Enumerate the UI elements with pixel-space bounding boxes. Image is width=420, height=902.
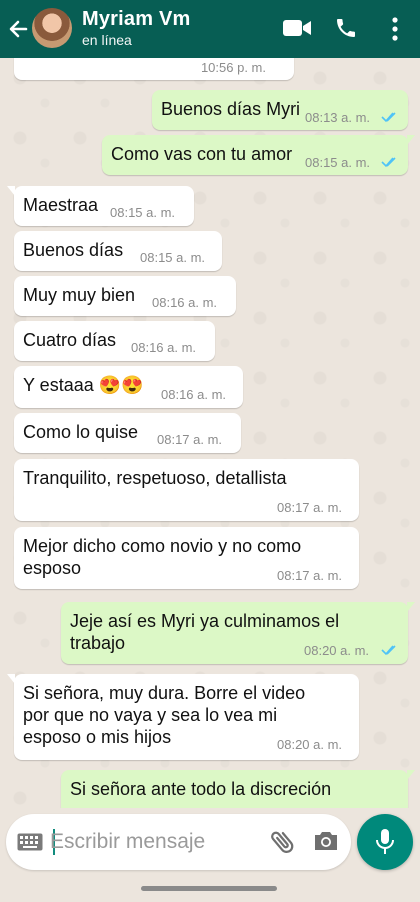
message-list[interactable]: 10:56 p. m. Buenos días Myri 08:13 a. m.… <box>0 58 420 808</box>
phone-icon[interactable] <box>334 16 358 40</box>
message-bubble-incoming[interactable]: Y estaaa 😍😍 08:16 a. m. <box>14 366 243 408</box>
message-bubble-incoming[interactable]: Buenos días 08:15 a. m. <box>14 231 222 271</box>
back-arrow-icon[interactable] <box>6 14 30 44</box>
message-text: Y estaaa 😍😍 <box>23 375 144 395</box>
message-time: 08:15 a. m. <box>110 205 176 220</box>
message-bubble-outgoing[interactable]: Jeje así es Myri ya culminamos el trabaj… <box>61 602 415 664</box>
message-text: Cuatro días <box>23 330 117 350</box>
message-bubble-incoming[interactable]: Cuatro días 08:16 a. m. <box>14 321 215 361</box>
message-time: 08:15 a. m. <box>140 250 206 265</box>
mic-icon <box>376 829 394 854</box>
contact-name[interactable]: Myriam Vm <box>82 8 191 31</box>
video-call-icon[interactable] <box>282 18 312 38</box>
message-bubble-incoming[interactable]: 10:56 p. m. <box>14 58 294 80</box>
message-time: 08:20 a. m. <box>277 737 343 752</box>
message-time: 08:17 a. m. <box>277 500 343 515</box>
message-time: 08:15 a. m. <box>305 155 371 170</box>
message-bubble-incoming[interactable]: Mejor dicho como novio y no como esposo … <box>14 527 359 589</box>
message-composer: Escribir mensaje <box>6 814 351 870</box>
message-bubble-incoming[interactable]: Si señora, muy dura. Borre el video por … <box>7 674 359 760</box>
camera-icon[interactable] <box>313 829 339 853</box>
message-time: 08:13 a. m. <box>305 110 371 125</box>
chat-header: Myriam Vm en línea <box>0 0 420 58</box>
message-bubble-incoming[interactable]: Tranquilito, respetuoso, detallista 08:1… <box>14 459 359 521</box>
message-bubble-incoming[interactable]: Maestraa 08:15 a. m. <box>7 186 194 226</box>
message-time: 08:20 a. m. <box>304 643 370 658</box>
message-bubble-outgoing[interactable]: Buenos días Myri 08:13 a. m. <box>152 90 408 130</box>
message-text: Muy muy bien <box>23 285 136 305</box>
message-bubble-outgoing[interactable]: Si señora ante todo la discreción <box>61 770 415 808</box>
contact-status: en línea <box>82 32 132 48</box>
read-ticks-icon <box>381 645 396 656</box>
system-nav-bar <box>0 874 420 902</box>
message-time: 08:17 a. m. <box>157 432 223 447</box>
message-text: Si señora, muy dura. Borre el video por … <box>23 683 306 747</box>
keyboard-icon[interactable] <box>17 833 43 851</box>
attach-icon[interactable] <box>268 827 298 857</box>
more-vert-icon[interactable] <box>390 16 400 42</box>
message-text: Buenos días <box>23 240 124 260</box>
message-text: Como lo quise <box>23 422 139 442</box>
read-ticks-icon <box>381 112 396 123</box>
message-time: 10:56 p. m. <box>200 60 266 75</box>
message-text: Jeje así es Myri ya culminamos el trabaj… <box>70 611 340 653</box>
message-bubble-incoming[interactable]: Como lo quise 08:17 a. m. <box>14 413 241 453</box>
message-text: Como vas con tu amor <box>111 144 293 164</box>
message-text: Maestraa <box>23 195 99 215</box>
message-text: Buenos días Myri <box>161 99 301 119</box>
mic-button[interactable] <box>357 814 413 870</box>
home-indicator[interactable] <box>141 886 277 891</box>
message-text: Si señora ante todo la discreción <box>70 779 332 799</box>
message-bubble-incoming[interactable]: Muy muy bien 08:16 a. m. <box>14 276 236 316</box>
message-time: 08:16 a. m. <box>131 340 197 355</box>
read-ticks-icon <box>381 157 396 168</box>
message-text: Mejor dicho como novio y no como esposo <box>23 536 302 578</box>
message-time: 08:16 a. m. <box>161 387 227 402</box>
avatar[interactable] <box>32 8 72 48</box>
message-time: 08:17 a. m. <box>277 568 343 583</box>
message-text: Tranquilito, respetuoso, detallista <box>23 468 287 488</box>
message-input[interactable]: Escribir mensaje <box>50 830 205 854</box>
message-bubble-outgoing[interactable]: Como vas con tu amor 08:15 a. m. <box>102 135 415 175</box>
message-time: 08:16 a. m. <box>152 295 218 310</box>
